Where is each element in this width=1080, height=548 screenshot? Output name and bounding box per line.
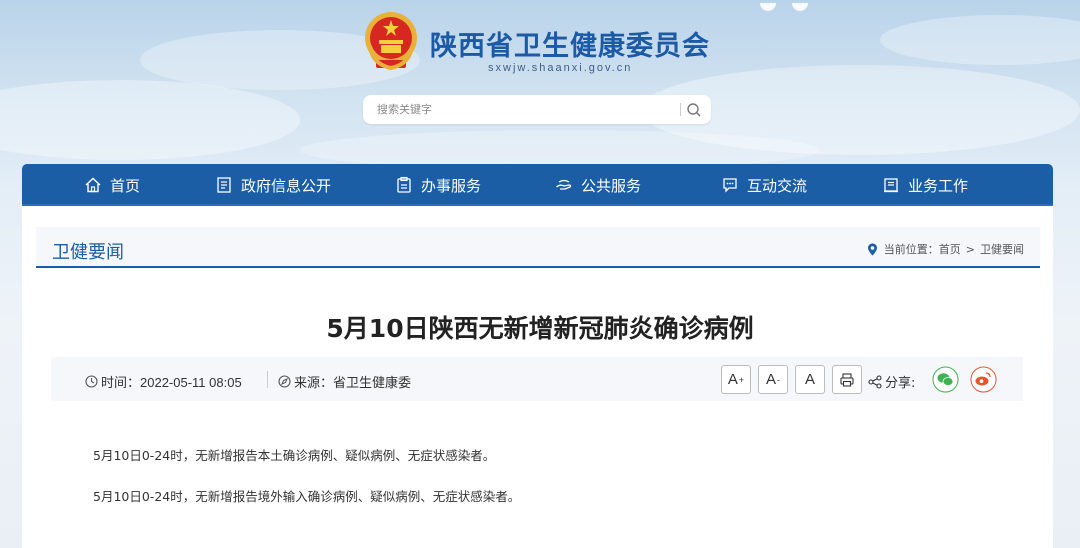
nav-item-label: 业务工作 bbox=[908, 176, 969, 195]
minus-icon: - bbox=[777, 374, 780, 385]
article-time-text: 时间：2022-05-11 08:05 bbox=[101, 375, 242, 390]
search-divider bbox=[680, 103, 681, 116]
nav-item-label: 首页 bbox=[110, 176, 141, 195]
breadcrumb-separator: > bbox=[965, 242, 975, 256]
clock-icon bbox=[85, 375, 98, 388]
site-logo[interactable]: 陕西省卫生健康委员会 sxwjw.shaanxi.gov.cn bbox=[360, 10, 720, 80]
article-paragraph: 5月10日0-24时，无新增报告境外输入确诊病例、疑似病例、无症状感染者。 bbox=[93, 489, 521, 504]
print-button[interactable] bbox=[832, 365, 862, 394]
meta-divider bbox=[267, 371, 268, 388]
weibo-share-icon[interactable] bbox=[970, 366, 997, 393]
national-emblem-icon bbox=[365, 12, 417, 71]
font-large-label: A bbox=[727, 371, 738, 388]
nav-item-label: 办事服务 bbox=[421, 176, 482, 195]
folder-icon bbox=[884, 178, 898, 193]
chat-icon bbox=[723, 178, 737, 193]
article-time: 时间：2022-05-11 08:05 bbox=[85, 372, 242, 391]
home-icon bbox=[85, 177, 101, 193]
nav-item-gov-info[interactable]: 政府信息公开 bbox=[215, 164, 331, 206]
compass-icon bbox=[278, 375, 291, 388]
nav-item-label: 互动交流 bbox=[747, 176, 808, 195]
font-size-default-button[interactable]: A bbox=[795, 365, 825, 394]
location-pin-icon bbox=[867, 243, 877, 255]
nav-item-business[interactable]: 业务工作 bbox=[882, 164, 968, 206]
nav-item-public-services[interactable]: 公共服务 bbox=[555, 164, 641, 206]
breadcrumb-label: 当前位置： bbox=[883, 243, 939, 256]
nav-item-label: 政府信息公开 bbox=[241, 176, 332, 195]
nav-item-label: 公共服务 bbox=[581, 176, 642, 195]
article-headline: 5月10日陕西无新增新冠肺炎确诊病例 bbox=[326, 314, 754, 343]
section-title: 卫健要闻 bbox=[52, 242, 124, 262]
top-decoration bbox=[760, 0, 824, 15]
search-icon[interactable] bbox=[685, 101, 703, 119]
breadcrumb-current[interactable]: 卫健要闻 bbox=[980, 241, 1024, 257]
article-source: 来源：省卫生健康委 bbox=[278, 372, 411, 391]
search-input[interactable] bbox=[377, 102, 677, 118]
breadcrumb: 当前位置： 首页 > 卫健要闻 bbox=[867, 241, 1024, 257]
breadcrumb-home[interactable]: 首页 bbox=[939, 241, 961, 257]
nav-item-interaction[interactable]: 互动交流 bbox=[721, 164, 807, 206]
font-medium-label: A bbox=[765, 371, 776, 388]
wechat-share-icon[interactable] bbox=[932, 366, 959, 393]
plus-icon: + bbox=[738, 374, 745, 385]
print-icon bbox=[840, 372, 854, 387]
site-title: 陕西省卫生健康委员会 bbox=[430, 31, 710, 62]
article-paragraph: 5月10日0-24时，无新增报告本土确诊病例、疑似病例、无症状感染者。 bbox=[93, 448, 496, 463]
site-domain: sxwjw.shaanxi.gov.cn bbox=[488, 62, 633, 74]
clipboard-icon bbox=[397, 176, 411, 193]
share-text: 分享: bbox=[885, 376, 916, 391]
hands-icon bbox=[556, 179, 572, 190]
article-source-text: 来源：省卫生健康委 bbox=[294, 375, 412, 390]
search-box bbox=[363, 95, 711, 124]
font-size-medium-button[interactable]: A- bbox=[758, 365, 788, 394]
font-size-large-button[interactable]: A + bbox=[721, 365, 751, 394]
font-default-label: A bbox=[804, 371, 815, 388]
document-icon bbox=[217, 177, 231, 193]
share-icon bbox=[868, 374, 882, 389]
main-nav: 首页 政府信息公开 办事服务 公共服务 互动交流 业务工作 bbox=[22, 164, 1053, 206]
nav-item-home[interactable]: 首页 bbox=[84, 164, 140, 206]
share-label: 分享: bbox=[868, 372, 915, 391]
nav-item-services[interactable]: 办事服务 bbox=[395, 164, 481, 206]
